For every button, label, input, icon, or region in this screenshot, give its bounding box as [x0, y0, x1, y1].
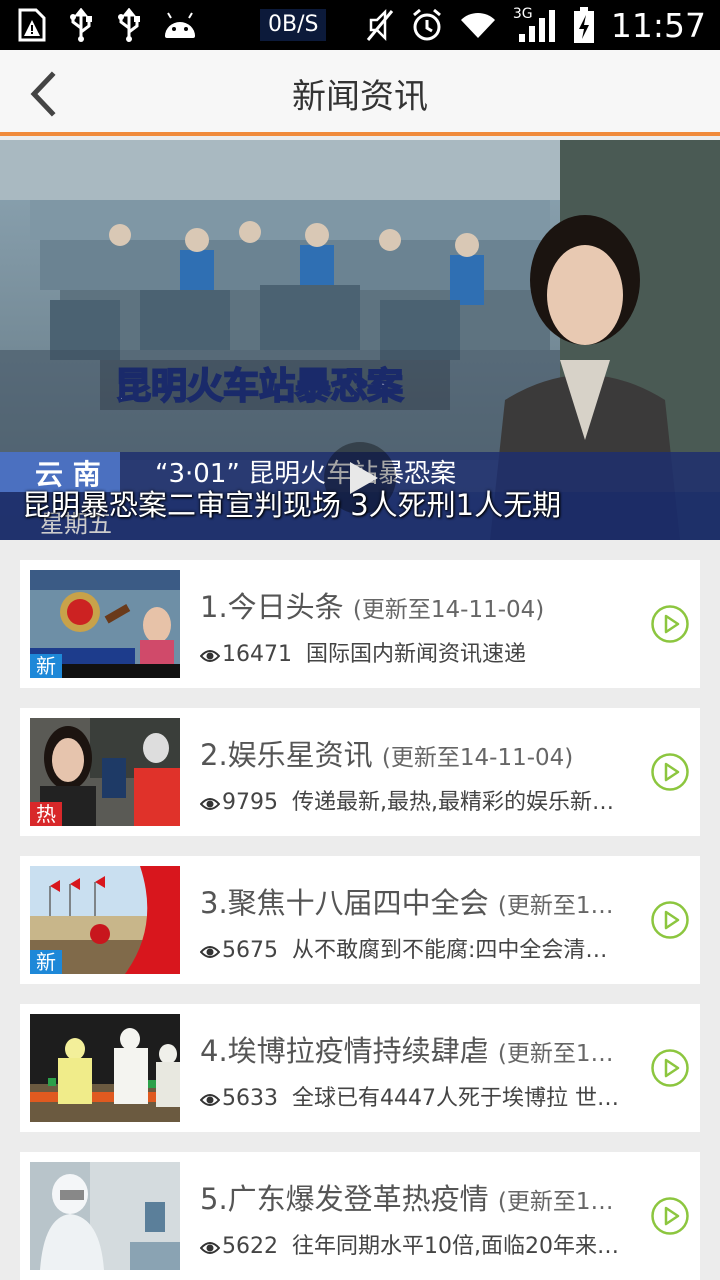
battery-charging-icon: [573, 7, 595, 43]
view-count: 16471: [222, 642, 292, 667]
eye-icon: [200, 650, 220, 662]
news-meta: 16471 国际国内新闻资讯速递: [200, 636, 630, 668]
wifi-icon: [459, 10, 497, 40]
featured-news-banner[interactable]: 昆明火车站暴恐案 云 南 “3·01” 昆明火车站暴恐案 星期五 昆明暴恐案二审…: [0, 140, 720, 540]
android-icon: [162, 10, 198, 40]
news-title: 2.娱乐星资讯 (更新至14-11-04): [200, 738, 574, 772]
usb-icon: [66, 8, 96, 42]
list-item[interactable]: 新 3.聚焦十八届四中全会 (更新至1… 5675 从不敢腐到不能腐:四中全会清…: [20, 856, 700, 984]
play-circle-icon[interactable]: [650, 752, 690, 792]
thumbnail: 新: [30, 866, 180, 974]
eye-icon: [200, 1242, 220, 1254]
play-circle-icon[interactable]: [650, 604, 690, 644]
news-meta: 5633 全球已有4447人死于埃博拉 世…: [200, 1080, 630, 1112]
mute-icon: [365, 8, 395, 42]
usb-icon: [114, 8, 144, 42]
news-description: 全球已有4447人死于埃博拉 世…: [292, 1086, 619, 1111]
view-count: 5622: [222, 1234, 278, 1259]
update-date: (更新至1…: [497, 893, 614, 919]
signal-icon: 3G: [512, 6, 557, 42]
new-badge: 新: [30, 654, 62, 678]
thumbnail: 热: [30, 718, 180, 826]
eye-icon: [200, 798, 220, 810]
view-count: 9795: [222, 790, 278, 815]
net-speed: 0B/S: [260, 9, 327, 41]
svg-text:昆明火车站暴恐案: 昆明火车站暴恐案: [115, 366, 404, 407]
list-item[interactable]: 4.埃博拉疫情持续肆虐 (更新至1… 5633 全球已有4447人死于埃博拉 世…: [20, 1004, 700, 1132]
view-count: 5675: [222, 938, 278, 963]
app-header: 新闻资讯: [0, 50, 720, 136]
news-title: 4.埃博拉疫情持续肆虐 (更新至1…: [200, 1034, 614, 1068]
list-item[interactable]: 热 2.娱乐星资讯 (更新至14-11-04) 9795 传递最新,最热,最精彩…: [20, 708, 700, 836]
clock: 11:57: [610, 5, 706, 45]
update-date: (更新至1…: [497, 1041, 614, 1067]
banner-caption: 昆明暴恐案二审宣判现场 3人死刑1人无期: [22, 488, 562, 522]
news-meta: 5622 往年同期水平10倍,面临20年来…: [200, 1228, 630, 1260]
news-meta: 5675 从不敢腐到不能腐:四中全会清…: [200, 932, 630, 964]
news-description: 传递最新,最热,最精彩的娱乐新…: [292, 790, 614, 815]
list-item[interactable]: 5.广东爆发登革热疫情 (更新至1… 5622 往年同期水平10倍,面临20年来…: [20, 1152, 700, 1280]
network-type-label: 3G: [512, 6, 533, 22]
news-title: 1.今日头条 (更新至14-11-04): [200, 590, 545, 624]
thumbnail: [30, 1014, 180, 1122]
page-title: 新闻资讯: [292, 77, 428, 117]
hot-badge: 热: [30, 802, 62, 826]
thumbnail: 新: [30, 570, 180, 678]
news-description: 从不敢腐到不能腐:四中全会清…: [292, 938, 608, 963]
news-description: 国际国内新闻资讯速递: [306, 642, 527, 667]
play-circle-icon[interactable]: [650, 900, 690, 940]
update-date: (更新至14-11-04): [381, 745, 574, 771]
news-description: 往年同期水平10倍,面临20年来…: [292, 1234, 619, 1259]
status-bar: 0B/S 3G 11:57: [0, 0, 720, 50]
alarm-icon: [411, 8, 443, 42]
list-item[interactable]: 新 1.今日头条 (更新至14-11-04) 16471 国际国内新闻资讯速递: [20, 560, 700, 688]
update-date: (更新至1…: [497, 1189, 614, 1215]
news-meta: 9795 传递最新,最热,最精彩的娱乐新…: [200, 784, 630, 816]
news-title: 3.聚焦十八届四中全会 (更新至1…: [200, 886, 614, 920]
update-date: (更新至14-11-04): [352, 597, 545, 623]
news-title: 5.广东爆发登革热疫情 (更新至1…: [200, 1182, 614, 1216]
eye-icon: [200, 1094, 220, 1106]
play-circle-icon[interactable]: [650, 1196, 690, 1236]
play-circle-icon[interactable]: [650, 1048, 690, 1088]
warning-sim-icon: [16, 8, 48, 42]
view-count: 5633: [222, 1086, 278, 1111]
new-badge: 新: [30, 950, 62, 974]
thumbnail: [30, 1162, 180, 1270]
eye-icon: [200, 946, 220, 958]
